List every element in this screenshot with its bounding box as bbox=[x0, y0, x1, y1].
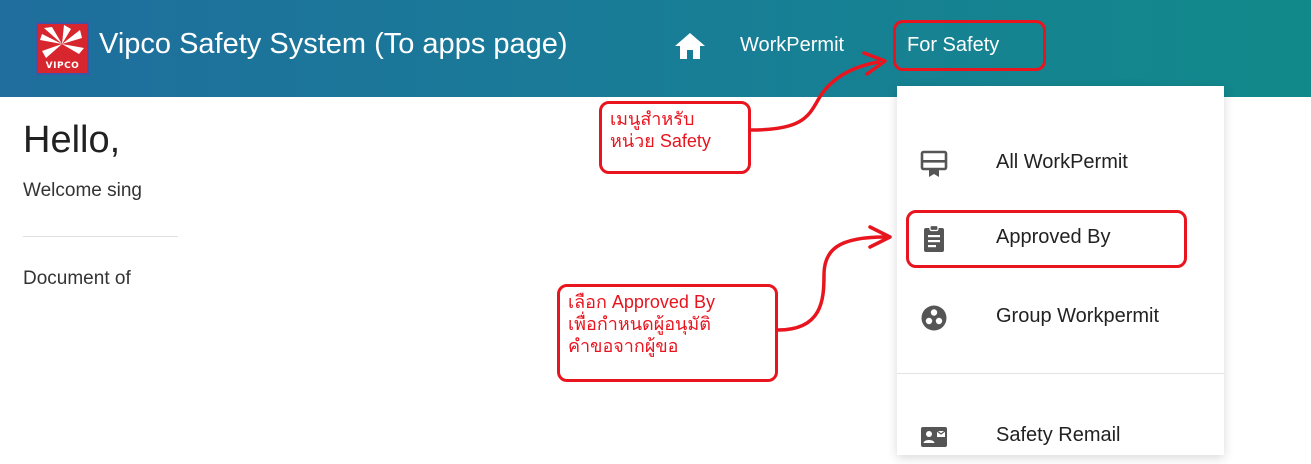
annotation-line: เพื่อกำหนดผู้อนุมัติ bbox=[568, 314, 711, 334]
annotation-line: เมนูสำหรับ bbox=[610, 109, 695, 129]
annotation-line: เลือก Approved By bbox=[568, 292, 715, 312]
annotation-line: คำขอจากผู้ขอ bbox=[568, 336, 679, 356]
annotation-safety-menu: เมนูสำหรับ หน่วย Safety bbox=[599, 101, 751, 174]
annotation-arrows bbox=[749, 51, 892, 332]
annotation-approved-by: เลือก Approved By เพื่อกำหนดผู้อนุมัติ ค… bbox=[557, 284, 778, 382]
annotation-line: หน่วย Safety bbox=[610, 131, 711, 151]
